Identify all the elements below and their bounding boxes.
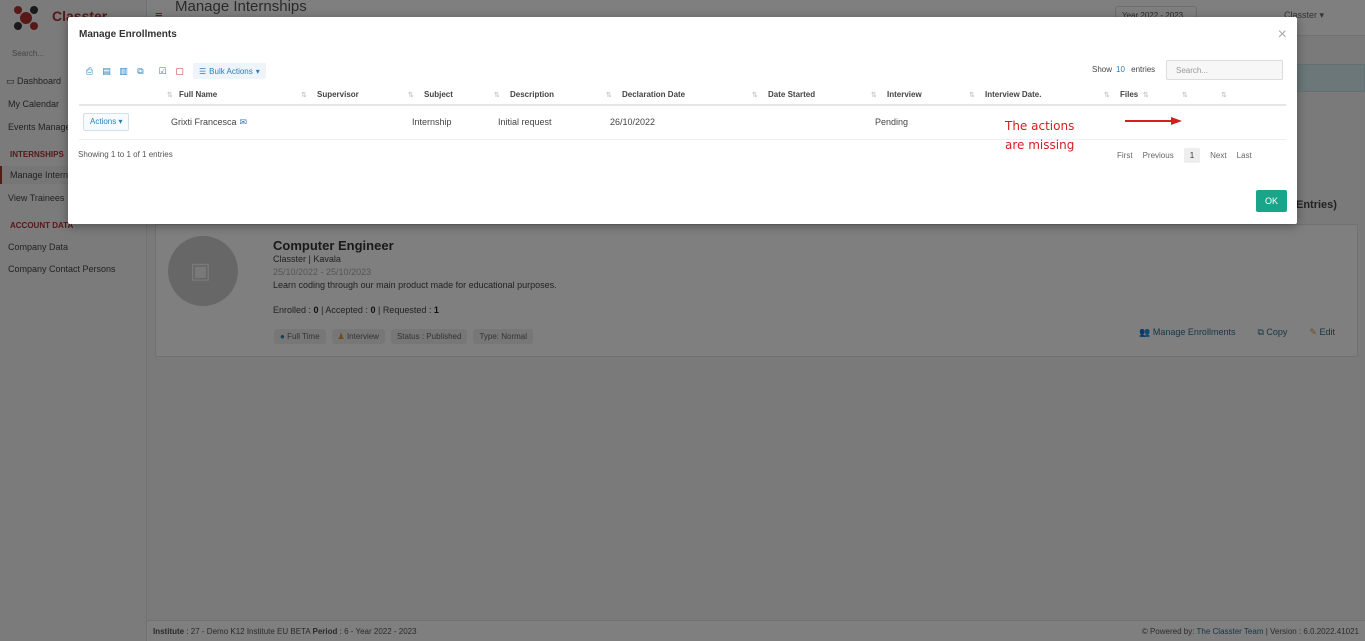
sort-icon: ⇅ xyxy=(167,92,173,99)
pager-last[interactable]: Last xyxy=(1237,151,1252,160)
sort-icon: ⇅ xyxy=(494,92,500,99)
col-interview-date[interactable]: ⇅ Interview Date. xyxy=(969,85,1104,106)
annotation-line-1: The actions xyxy=(1005,119,1075,133)
annotation-line-2: are missing xyxy=(1005,138,1075,152)
col-extra-3[interactable]: ⇅ xyxy=(1221,85,1286,106)
sort-icon: ⇅ xyxy=(1221,92,1227,99)
cell-supervisor xyxy=(301,105,408,140)
cell-subject: Internship xyxy=(408,105,494,140)
cell-extra-2 xyxy=(1182,105,1221,140)
cell-declaration-date: 26/10/2022 xyxy=(606,105,752,140)
cell-full-name: Grixti Francesca ✉ xyxy=(167,105,301,140)
cell-description: Initial request xyxy=(494,105,606,140)
cell-extra-3 xyxy=(1221,105,1286,140)
col-supervisor[interactable]: ⇅ Supervisor xyxy=(301,85,408,106)
sort-icon: ⇅ xyxy=(606,92,612,99)
table-row: Actions ▾ Grixti Francesca ✉ Internship I… xyxy=(79,105,1286,140)
col-interview[interactable]: ⇅ Interview xyxy=(871,85,969,106)
sort-icon: ⇅ xyxy=(301,92,307,99)
caret-down-icon: ▾ xyxy=(255,66,260,76)
sort-icon: ⇅ xyxy=(408,92,414,99)
export-pdf-icon[interactable]: ▥ xyxy=(115,63,132,79)
annotation-arrow xyxy=(1125,117,1182,125)
export-excel-icon[interactable]: ▤ xyxy=(98,63,115,79)
manage-enrollments-modal: Manage Enrollments × ⎙ ▤ ▥ ⧉ ☑ ▢ ☰ Bulk A… xyxy=(68,17,1297,224)
table-toolbar: ⎙ ▤ ▥ ⧉ ☑ ▢ ☰ Bulk Actions ▾ xyxy=(81,63,266,79)
pager-first[interactable]: First xyxy=(1117,151,1133,160)
sort-icon: ⇅ xyxy=(1182,92,1188,99)
list-icon: ☰ xyxy=(199,66,207,76)
cell-actions: Actions ▾ xyxy=(79,105,167,140)
annotation-note: The actions are missing xyxy=(1005,117,1074,155)
modal-title: Manage Enrollments xyxy=(79,29,177,40)
sort-icon: ⇅ xyxy=(1143,92,1149,99)
table-header-row: ⇅ Full Name ⇅ Supervisor ⇅ Subject ⇅ Descrip… xyxy=(79,85,1286,106)
check-all-icon[interactable]: ☑ xyxy=(154,63,171,79)
mail-icon[interactable]: ✉ xyxy=(240,117,248,127)
pager-previous[interactable]: Previous xyxy=(1143,151,1174,160)
col-files[interactable]: ⇅ Files xyxy=(1104,85,1143,106)
ok-button[interactable]: OK xyxy=(1256,190,1287,212)
sort-icon: ⇅ xyxy=(1104,92,1110,99)
sort-icon: ⇅ xyxy=(969,92,975,99)
col-description[interactable]: ⇅ Description xyxy=(494,85,606,106)
pager-next[interactable]: Next xyxy=(1210,151,1226,160)
table-search-input[interactable] xyxy=(1166,60,1283,80)
row-actions-button[interactable]: Actions ▾ xyxy=(83,113,130,132)
print-icon[interactable]: ⎙ xyxy=(81,63,98,79)
pagination: First Previous 1 Next Last xyxy=(1117,148,1252,163)
table-info: Showing 1 to 1 of 1 entries xyxy=(78,150,173,159)
enrollments-table: ⇅ Full Name ⇅ Supervisor ⇅ Subject ⇅ Descrip… xyxy=(79,85,1286,140)
uncheck-all-icon[interactable]: ▢ xyxy=(171,63,188,79)
close-icon[interactable]: × xyxy=(1278,26,1287,44)
col-full-name[interactable]: ⇅ Full Name xyxy=(167,85,301,106)
cell-date-started xyxy=(752,105,871,140)
col-declaration-date[interactable]: ⇅ Declaration Date xyxy=(606,85,752,106)
page-size-control: Show 10 entries xyxy=(1092,65,1156,74)
page-size-select[interactable]: 10 xyxy=(1116,65,1125,74)
col-extra-1[interactable]: ⇅ xyxy=(1143,85,1182,106)
col-extra-2[interactable]: ⇅ xyxy=(1182,85,1221,106)
sort-icon: ⇅ xyxy=(871,92,877,99)
sort-icon: ⇅ xyxy=(752,92,758,99)
pager-current-page[interactable]: 1 xyxy=(1183,148,1201,163)
col-date-started[interactable]: ⇅ Date Started xyxy=(752,85,871,106)
bulk-actions-dropdown[interactable]: ☰ Bulk Actions ▾ xyxy=(193,63,266,79)
cell-interview: Pending xyxy=(871,105,969,140)
col-subject[interactable]: ⇅ Subject xyxy=(408,85,494,106)
copy-icon[interactable]: ⧉ xyxy=(132,63,149,79)
col-actions xyxy=(79,85,167,106)
